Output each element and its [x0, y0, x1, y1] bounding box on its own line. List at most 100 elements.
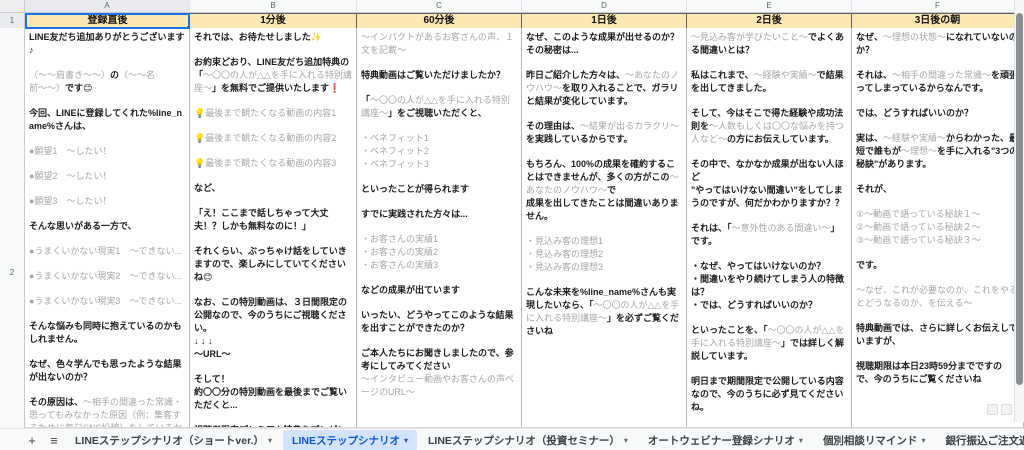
header-label: 登録直後	[88, 15, 128, 26]
cell-e2[interactable]: 〜見込み客が学びたいこと〜でよくある間違いとは？私はこれまで、〜経験や実績〜で結…	[687, 28, 852, 428]
placeholder-text: ・見込み客の理想1 ・見込み客の理想2 ・見込み客の理想3	[526, 236, 603, 272]
placeholder-text: 〜経験や実績〜	[754, 70, 817, 80]
cell-paragraph: そんな思いがある一方で、	[29, 220, 185, 233]
cell-paragraph: なお、この特別動画は、３日間限定の公開なので、今のうちにご視聴ください。 ↓ ↓…	[194, 296, 352, 361]
sheet-tab-line-step-invest[interactable]: LINEステップシナリオ（投資セミナー） ▾	[419, 430, 637, 450]
hscroll-left-button[interactable]	[987, 404, 998, 415]
cell-paragraph: ・ベネフィット1 ・ベネフィット2 ・ベネフィット3	[361, 132, 517, 171]
placeholder-text: 💡最後まで観たくなる動画の内容1	[194, 108, 336, 118]
vertical-scrollbar-thumb[interactable]	[1016, 13, 1023, 385]
tab-label: LINEステップシナリオ（投資セミナー）	[428, 433, 620, 448]
cell-paragraph: それは、〜相手の間違った常識〜を頑張ってしまっているからなんです。	[856, 69, 1019, 95]
cell-paragraph: 今回、LINEに登録してくれた%line_name%さんは、	[29, 107, 185, 133]
header-cell-d1[interactable]: 1日後	[522, 13, 687, 29]
chevron-down-icon[interactable]: ▾	[624, 436, 628, 445]
sheet-tab-line-step-active[interactable]: LINEステップシナリオ ▾	[283, 430, 417, 450]
message-text: それくらい、ぶっちゃけ話をしていきますので、楽しみにしていてくださいね😊	[194, 246, 347, 282]
header-cell-b1[interactable]: 1分後	[190, 13, 357, 29]
cell-f2[interactable]: なぜ、〜理想の状態〜になれていないのか？それは、〜相手の間違った常識〜を頑張って…	[852, 28, 1024, 428]
header-cell-f1[interactable]: 3日後の朝	[852, 13, 1024, 29]
cell-paragraph: それは、「〜意外性のある間違い〜」です。	[691, 222, 847, 248]
cell-paragraph: 視聴期限は本日23時59分までですので、今のうちにご覧くださいね	[856, 360, 1019, 386]
column-letter-a[interactable]: A	[25, 0, 190, 12]
message-text: それが、	[856, 184, 892, 194]
cell-paragraph: ●うまくいかない現実3 〜できない...	[29, 295, 185, 308]
message-text: 特典動画では、さらに詳しくお伝えしていますが、	[856, 323, 1018, 346]
cell-paragraph: です。	[856, 259, 1019, 272]
column-letter-e[interactable]: E	[687, 0, 852, 12]
content-row: 2 LINE友だち追加ありがとうございます♪（〜〜肩書き〜〜）の（〜〜名前〜〜）…	[0, 28, 1024, 428]
cell-paragraph: 〜インパクトがあるお客さんの声、１文を記載〜	[361, 31, 517, 57]
cell-paragraph: では、どうすればいいのか？	[856, 107, 1019, 120]
cell-paragraph: それでは、お待たせしました✨	[194, 31, 352, 44]
header-cell-a1-selected[interactable]: 登録直後	[25, 13, 190, 29]
cell-b2[interactable]: それでは、お待たせしました✨ お約束どおり、LINE友だち追加特典の「〜〇〇の人が…	[190, 28, 357, 428]
cell-paragraph: ご本人たちにお聞きしましたので、参考にしてみてください 〜インタビュー動画やお客…	[361, 347, 517, 399]
cell-c2[interactable]: 〜インパクトがあるお客さんの声、１文を記載〜特典動画はご覧いただけましたか？「〜…	[357, 28, 522, 428]
cell-paragraph: 明日まで期間限定で公開している内容なので、今のうちに必ず見てくださいね。	[691, 375, 847, 414]
placeholder-text: 〜経験や実績〜	[883, 133, 946, 143]
all-sheets-icon[interactable]: ≡	[44, 430, 64, 450]
cell-paragraph: それが、	[856, 183, 1019, 196]
cell-paragraph: 💡最後まで観たくなる動画の内容3	[194, 157, 352, 170]
column-letter-f[interactable]: F	[852, 0, 1024, 12]
sheet-tab-bar: + ≡ LINEステップシナリオ（ショートver.） ▾ LINEステップシナリ…	[0, 430, 1024, 450]
cell-paragraph: 「え！ここまで話しちゃって大丈夫！？しかも無料なのに！」	[194, 207, 352, 233]
cell-paragraph: お約束どおり、LINE友だち追加特典の「〜〇〇の人が△△を手に入れる特別講座〜」…	[194, 56, 352, 95]
chevron-down-icon[interactable]: ▾	[921, 436, 925, 445]
cell-paragraph: ・なぜ、やってはいけないのか？ ・間違いをやり続けてしまう人の特徴は？ ・では、…	[691, 260, 847, 312]
placeholder-text: ・ベネフィット1 ・ベネフィット2 ・ベネフィット3	[361, 133, 429, 169]
add-sheet-icon[interactable]: +	[22, 430, 42, 450]
cell-paragraph: 💡最後まで観たくなる動画の内容2	[194, 132, 352, 145]
placeholder-text: 〜理想〜	[901, 146, 937, 156]
fill-handle[interactable]	[186, 25, 190, 29]
hscroll-right-button[interactable]	[1001, 404, 1012, 415]
cell-paragraph: そして、今はそこで得た経験や成功法則を〜人数もしくは〇〇な悩みを持つ人など〜の方…	[691, 107, 847, 146]
cell-paragraph: ・見込み客の理想1 ・見込み客の理想2 ・見込み客の理想3	[526, 235, 682, 274]
column-letter-c[interactable]: C	[357, 0, 522, 12]
message-text: なぜ、	[856, 32, 883, 42]
message-text: なぜ、色々学んでも思ったような結果が出ないのか？	[29, 359, 182, 382]
message-text: 視聴期限は本日23時59分までですので、今のうちにご覧くださいね	[856, 361, 1002, 384]
placeholder-text: ・お客さんの実績1 ・お客さんの実績2 ・お客さんの実績3	[361, 234, 438, 270]
column-letter-strip: A B C D E F	[0, 0, 1024, 13]
chevron-down-icon[interactable]: ▾	[268, 436, 272, 445]
sheet-tab-bank-transfer-mail[interactable]: 銀行振込ご注文返信メール ▾	[936, 430, 1024, 450]
vertical-scrollbar[interactable]	[1014, 0, 1024, 422]
cell-paragraph: その原因は、〜相手の間違った常識・思ってもみなかった原因（例：集客するために毎日…	[29, 396, 185, 428]
cell-paragraph: そんな悩みも同時に抱えているのかもしれません。	[29, 320, 185, 346]
column-letter-d[interactable]: D	[522, 0, 687, 12]
placeholder-text: 〜インパクトがあるお客さんの声、１文を記載〜	[361, 32, 514, 55]
row-number-2[interactable]: 2	[0, 28, 25, 428]
column-letter-b[interactable]: B	[190, 0, 357, 12]
spreadsheet-app: A B C D E F 1 登録直後 1分後 60分後 1日後 2日後 3日後の…	[0, 0, 1024, 450]
row-number-1[interactable]: 1	[0, 13, 25, 29]
cell-a2[interactable]: LINE友だち追加ありがとうございます♪（〜〜肩書き〜〜）の（〜〜名前〜〜）です…	[25, 28, 190, 428]
sheet-tab-consult-remind[interactable]: 個別相談リマインド ▾	[814, 430, 935, 450]
cell-paragraph: ●願望2 〜したい！	[29, 170, 185, 183]
message-text: 昨日ご紹介した方々は、	[526, 70, 625, 80]
message-text: 「え！ここまで話しちゃって大丈夫！？しかも無料なのに！」	[194, 208, 329, 231]
message-text: それは、	[856, 70, 892, 80]
placeholder-text: 〜理想の状態〜	[883, 32, 946, 42]
cell-paragraph: それくらい、ぶっちゃけ話をしていきますので、楽しみにしていてくださいね😊	[194, 245, 352, 284]
select-all-corner[interactable]	[0, 0, 25, 12]
cell-paragraph: 〜見込み客が学びたいこと〜でよくある間違いとは？	[691, 31, 847, 57]
sheet-tab-webinar[interactable]: オートウェビナー登録シナリオ ▾	[639, 430, 812, 450]
cell-paragraph: ●願望1 〜したい！	[29, 145, 185, 158]
cell-paragraph: （〜〜肩書き〜〜）の（〜〜名前〜〜）です😊	[29, 69, 185, 95]
placeholder-text: 💡最後まで観たくなる動画の内容3	[194, 158, 336, 168]
cell-d2[interactable]: なぜ、このような成果が出せるのか？その秘密は...昨日ご紹介した方々は、〜あなた…	[522, 28, 687, 428]
message-text: そんな思いがある一方で、	[29, 221, 137, 231]
message-text: そして！ 約〇〇分の特別動画を最後までご覧いただくと...	[194, 374, 347, 410]
cell-paragraph: ①〜動画で語っている秘訣１〜 ②〜動画で語っている秘訣２〜 ③〜動画で語っている…	[856, 208, 1019, 247]
chevron-down-icon[interactable]: ▾	[404, 436, 408, 445]
chevron-down-icon[interactable]: ▾	[799, 436, 803, 445]
sheet-tab-line-step-short[interactable]: LINEステップシナリオ（ショートver.） ▾	[66, 430, 281, 450]
header-cell-c1[interactable]: 60分後	[357, 13, 522, 29]
message-text: の	[110, 70, 119, 80]
header-cell-e1[interactable]: 2日後	[687, 13, 852, 29]
cell-paragraph: ●うまくいかない現実1 〜できない...	[29, 245, 185, 258]
cell-paragraph: 「〜〇〇の人が△△を手に入れる特別講座〜」をご視聴いただくと、	[361, 94, 517, 120]
tab-label: 個別相談リマインド	[823, 433, 918, 448]
